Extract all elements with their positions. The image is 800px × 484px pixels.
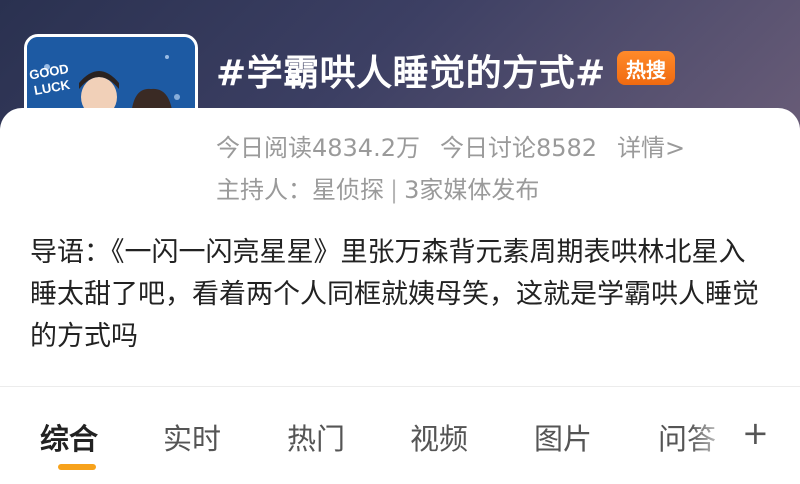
topic-host-row: 主持人：星侦探 | 3家媒体发布 bbox=[216, 170, 539, 205]
topic-title: #学霸哄人睡觉的方式# bbox=[216, 53, 606, 94]
tab-images[interactable]: 图片 bbox=[534, 416, 592, 458]
tab-popular[interactable]: 热门 bbox=[287, 416, 345, 458]
tab-comprehensive[interactable]: 综合 bbox=[40, 416, 98, 458]
topic-tab-bar: 综合 实时 热门 视频 图片 问答 + bbox=[0, 398, 800, 484]
more-tabs-plus-icon[interactable]: + bbox=[742, 414, 769, 452]
topic-stats: 今日阅读4834.2万 今日讨论8582 详情> bbox=[216, 128, 685, 163]
topic-host[interactable]: 主持人：星侦探 bbox=[216, 176, 384, 204]
hot-search-badge: 热搜 bbox=[617, 51, 675, 85]
host-separator: | bbox=[390, 176, 399, 204]
tab-video[interactable]: 视频 bbox=[410, 416, 468, 458]
tab-realtime[interactable]: 实时 bbox=[163, 416, 221, 458]
section-divider bbox=[0, 386, 800, 387]
today-discussions: 今日讨论8582 bbox=[439, 134, 598, 162]
details-link[interactable]: 详情> bbox=[617, 128, 685, 163]
media-count[interactable]: 3家媒体发布 bbox=[404, 176, 539, 204]
topic-intro: 导语：《一闪一闪亮星星》里张万森背元素周期表哄林北星入睡太甜了吧，看着两个人同框… bbox=[30, 237, 759, 352]
today-reads: 今日阅读4834.2万 bbox=[216, 134, 420, 162]
active-tab-indicator bbox=[58, 464, 96, 470]
